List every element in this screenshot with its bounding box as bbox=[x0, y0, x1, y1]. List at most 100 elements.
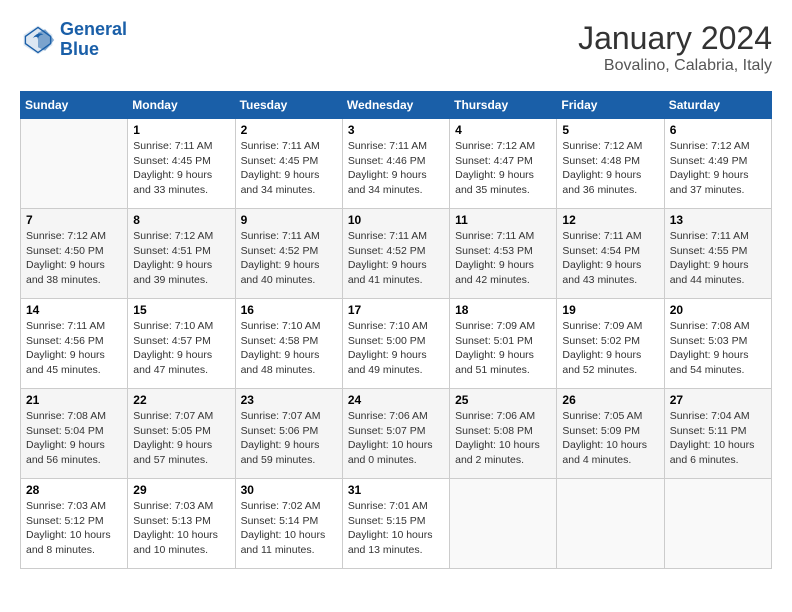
calendar-cell: 5Sunrise: 7:12 AM Sunset: 4:48 PM Daylig… bbox=[557, 119, 664, 209]
calendar-cell: 19 Sunrise: 7:09 AM Sunset: 5:02 PM Dayli… bbox=[557, 299, 664, 389]
day-info: Sunrise: 7:11 AM Sunset: 4:45 PM Dayligh… bbox=[241, 139, 337, 198]
day-info: Sunrise: 7:10 AM Sunset: 4:57 PM Dayligh… bbox=[133, 319, 229, 378]
header-saturday: Saturday bbox=[664, 92, 771, 119]
calendar-cell: 11 Sunrise: 7:11 AM Sunset: 4:53 PM Dayli… bbox=[450, 209, 557, 299]
calendar-cell: 16 Sunrise: 7:10 AM Sunset: 4:58 PM Dayli… bbox=[235, 299, 342, 389]
day-number: 13 bbox=[670, 213, 766, 227]
week-row-1: 1 Sunrise: 7:11 AM Sunset: 4:45 PM Daylig… bbox=[21, 119, 772, 209]
logo: General Blue bbox=[20, 20, 127, 60]
day-number: 28 bbox=[26, 483, 122, 497]
calendar-cell: 14Sunrise: 7:11 AM Sunset: 4:56 PM Dayli… bbox=[21, 299, 128, 389]
calendar-cell: 1 Sunrise: 7:11 AM Sunset: 4:45 PM Daylig… bbox=[128, 119, 235, 209]
calendar-cell: 8 Sunrise: 7:12 AM Sunset: 4:51 PM Daylig… bbox=[128, 209, 235, 299]
calendar-cell: 9Sunrise: 7:11 AM Sunset: 4:52 PM Daylig… bbox=[235, 209, 342, 299]
day-info: Sunrise: 7:03 AM Sunset: 5:12 PM Dayligh… bbox=[26, 499, 122, 558]
day-number: 12 bbox=[562, 213, 658, 227]
day-number: 5 bbox=[562, 123, 658, 137]
day-info: Sunrise: 7:11 AM Sunset: 4:53 PM Dayligh… bbox=[455, 229, 551, 288]
calendar-cell bbox=[450, 479, 557, 569]
day-info: Sunrise: 7:12 AM Sunset: 4:47 PM Dayligh… bbox=[455, 139, 551, 198]
title-block: January 2024 Bovalino, Calabria, Italy bbox=[578, 20, 772, 75]
day-info: Sunrise: 7:08 AM Sunset: 5:03 PM Dayligh… bbox=[670, 319, 766, 378]
day-number: 20 bbox=[670, 303, 766, 317]
day-number: 23 bbox=[241, 393, 337, 407]
day-number: 21 bbox=[26, 393, 122, 407]
week-row-3: 14Sunrise: 7:11 AM Sunset: 4:56 PM Dayli… bbox=[21, 299, 772, 389]
calendar-cell bbox=[21, 119, 128, 209]
day-info: Sunrise: 7:11 AM Sunset: 4:52 PM Dayligh… bbox=[348, 229, 444, 288]
logo-icon bbox=[20, 22, 56, 58]
day-info: Sunrise: 7:09 AM Sunset: 5:02 PM Dayligh… bbox=[562, 319, 658, 378]
calendar-cell: 13 Sunrise: 7:11 AM Sunset: 4:55 PM Dayli… bbox=[664, 209, 771, 299]
calendar-cell: 25 Sunrise: 7:06 AM Sunset: 5:08 PM Dayli… bbox=[450, 389, 557, 479]
day-info: Sunrise: 7:11 AM Sunset: 4:55 PM Dayligh… bbox=[670, 229, 766, 288]
header-thursday: Thursday bbox=[450, 92, 557, 119]
day-info: Sunrise: 7:09 AM Sunset: 5:01 PM Dayligh… bbox=[455, 319, 551, 378]
calendar-cell: 27 Sunrise: 7:04 AM Sunset: 5:11 PM Dayli… bbox=[664, 389, 771, 479]
day-number: 27 bbox=[670, 393, 766, 407]
day-info: Sunrise: 7:11 AM Sunset: 4:54 PM Dayligh… bbox=[562, 229, 658, 288]
day-info: Sunrise: 7:02 AM Sunset: 5:14 PM Dayligh… bbox=[241, 499, 337, 558]
calendar-cell: 22Sunrise: 7:07 AM Sunset: 5:05 PM Dayli… bbox=[128, 389, 235, 479]
day-info: Sunrise: 7:11 AM Sunset: 4:45 PM Dayligh… bbox=[133, 139, 229, 198]
day-number: 31 bbox=[348, 483, 444, 497]
logo-text-line1: General bbox=[60, 20, 127, 40]
calendar-cell: 21 Sunrise: 7:08 AM Sunset: 5:04 PM Dayli… bbox=[21, 389, 128, 479]
week-row-4: 21 Sunrise: 7:08 AM Sunset: 5:04 PM Dayli… bbox=[21, 389, 772, 479]
calendar-cell: 12 Sunrise: 7:11 AM Sunset: 4:54 PM Dayli… bbox=[557, 209, 664, 299]
calendar-cell: 4 Sunrise: 7:12 AM Sunset: 4:47 PM Daylig… bbox=[450, 119, 557, 209]
day-number: 26 bbox=[562, 393, 658, 407]
day-info: Sunrise: 7:12 AM Sunset: 4:51 PM Dayligh… bbox=[133, 229, 229, 288]
day-number: 14 bbox=[26, 303, 122, 317]
calendar-title: January 2024 bbox=[578, 20, 772, 57]
calendar-cell: 18 Sunrise: 7:09 AM Sunset: 5:01 PM Dayli… bbox=[450, 299, 557, 389]
calendar-cell: 30 Sunrise: 7:02 AM Sunset: 5:14 PM Dayli… bbox=[235, 479, 342, 569]
day-number: 8 bbox=[133, 213, 229, 227]
calendar-subtitle: Bovalino, Calabria, Italy bbox=[578, 57, 772, 75]
calendar-cell: 31 Sunrise: 7:01 AM Sunset: 5:15 PM Dayli… bbox=[342, 479, 449, 569]
day-number: 22 bbox=[133, 393, 229, 407]
calendar-cell: 28 Sunrise: 7:03 AM Sunset: 5:12 PM Dayli… bbox=[21, 479, 128, 569]
calendar-cell bbox=[557, 479, 664, 569]
day-info: Sunrise: 7:06 AM Sunset: 5:08 PM Dayligh… bbox=[455, 409, 551, 468]
calendar-cell: 3Sunrise: 7:11 AM Sunset: 4:46 PM Daylig… bbox=[342, 119, 449, 209]
day-number: 24 bbox=[348, 393, 444, 407]
day-number: 7 bbox=[26, 213, 122, 227]
calendar-cell bbox=[664, 479, 771, 569]
calendar-cell: 6Sunrise: 7:12 AM Sunset: 4:49 PM Daylig… bbox=[664, 119, 771, 209]
day-info: Sunrise: 7:01 AM Sunset: 5:15 PM Dayligh… bbox=[348, 499, 444, 558]
day-number: 25 bbox=[455, 393, 551, 407]
day-info: Sunrise: 7:05 AM Sunset: 5:09 PM Dayligh… bbox=[562, 409, 658, 468]
calendar-cell: 17Sunrise: 7:10 AM Sunset: 5:00 PM Dayli… bbox=[342, 299, 449, 389]
day-number: 11 bbox=[455, 213, 551, 227]
calendar-cell: 29 Sunrise: 7:03 AM Sunset: 5:13 PM Dayli… bbox=[128, 479, 235, 569]
day-number: 1 bbox=[133, 123, 229, 137]
day-number: 2 bbox=[241, 123, 337, 137]
day-number: 16 bbox=[241, 303, 337, 317]
calendar-cell: 26 Sunrise: 7:05 AM Sunset: 5:09 PM Dayli… bbox=[557, 389, 664, 479]
day-number: 9 bbox=[241, 213, 337, 227]
day-number: 4 bbox=[455, 123, 551, 137]
header-monday: Monday bbox=[128, 92, 235, 119]
day-number: 18 bbox=[455, 303, 551, 317]
week-row-2: 7Sunrise: 7:12 AM Sunset: 4:50 PM Daylig… bbox=[21, 209, 772, 299]
week-row-5: 28 Sunrise: 7:03 AM Sunset: 5:12 PM Dayli… bbox=[21, 479, 772, 569]
day-number: 19 bbox=[562, 303, 658, 317]
day-info: Sunrise: 7:04 AM Sunset: 5:11 PM Dayligh… bbox=[670, 409, 766, 468]
day-info: Sunrise: 7:03 AM Sunset: 5:13 PM Dayligh… bbox=[133, 499, 229, 558]
day-number: 3 bbox=[348, 123, 444, 137]
day-info: Sunrise: 7:10 AM Sunset: 4:58 PM Dayligh… bbox=[241, 319, 337, 378]
calendar-cell: 15 Sunrise: 7:10 AM Sunset: 4:57 PM Dayli… bbox=[128, 299, 235, 389]
calendar-header-row: SundayMondayTuesdayWednesdayThursdayFrid… bbox=[21, 92, 772, 119]
day-number: 30 bbox=[241, 483, 337, 497]
day-number: 29 bbox=[133, 483, 229, 497]
header-sunday: Sunday bbox=[21, 92, 128, 119]
calendar-table: SundayMondayTuesdayWednesdayThursdayFrid… bbox=[20, 91, 772, 569]
calendar-cell: 2 Sunrise: 7:11 AM Sunset: 4:45 PM Daylig… bbox=[235, 119, 342, 209]
day-info: Sunrise: 7:06 AM Sunset: 5:07 PM Dayligh… bbox=[348, 409, 444, 468]
day-number: 15 bbox=[133, 303, 229, 317]
calendar-cell: 20 Sunrise: 7:08 AM Sunset: 5:03 PM Dayli… bbox=[664, 299, 771, 389]
calendar-cell: 24 Sunrise: 7:06 AM Sunset: 5:07 PM Dayli… bbox=[342, 389, 449, 479]
day-info: Sunrise: 7:08 AM Sunset: 5:04 PM Dayligh… bbox=[26, 409, 122, 468]
calendar-cell: 10Sunrise: 7:11 AM Sunset: 4:52 PM Dayli… bbox=[342, 209, 449, 299]
